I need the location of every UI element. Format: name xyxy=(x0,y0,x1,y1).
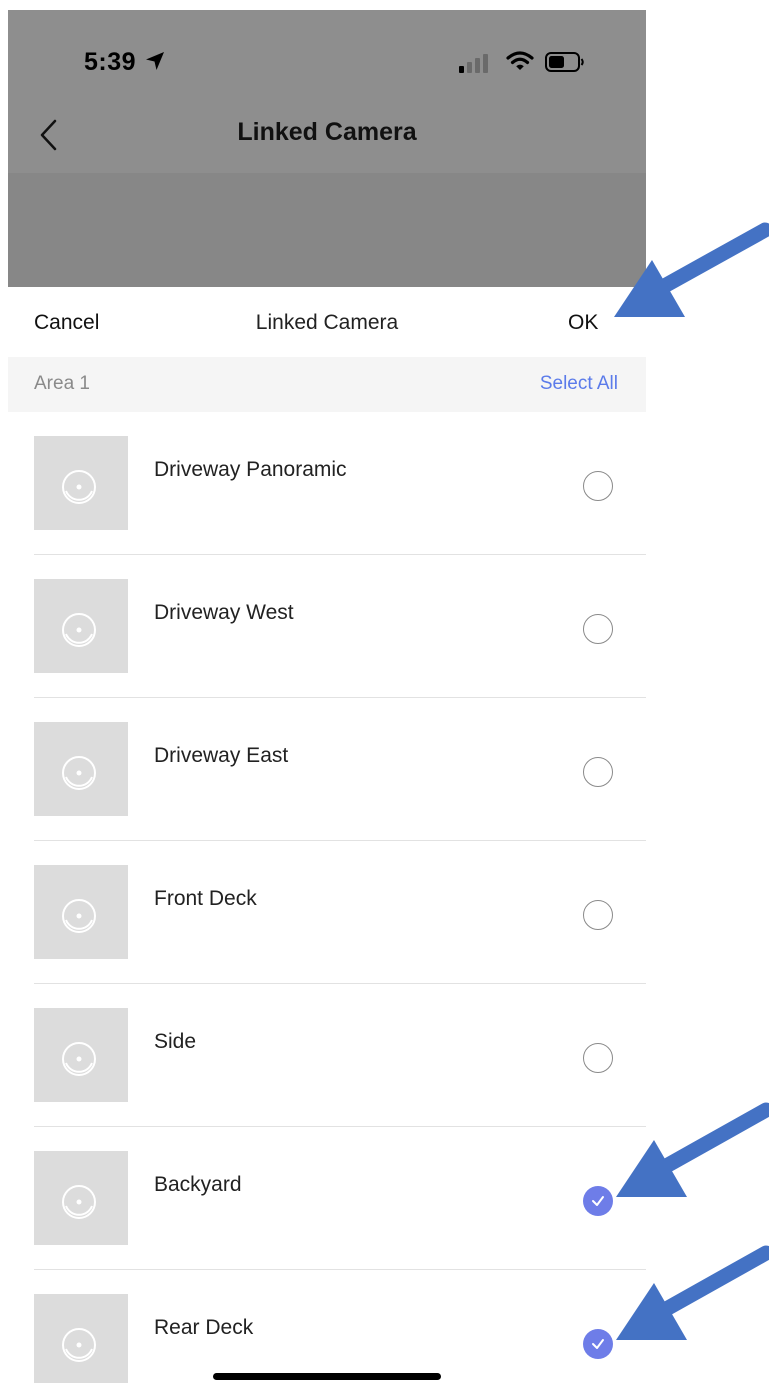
camera-row[interactable]: Driveway West xyxy=(8,555,646,698)
camera-lens-icon xyxy=(62,756,96,790)
camera-row[interactable]: Rear Deck xyxy=(8,1270,646,1383)
background-page-title: Linked Camera xyxy=(237,118,417,146)
area-section-header: Area 1 Select All xyxy=(8,357,646,412)
camera-name: Driveway Panoramic xyxy=(154,458,347,481)
select-all-button[interactable]: Select All xyxy=(540,373,618,395)
camera-name: Side xyxy=(154,1030,197,1053)
camera-row[interactable]: Driveway East xyxy=(8,698,646,841)
camera-name: Driveway West xyxy=(154,601,294,624)
camera-row[interactable]: Front Deck xyxy=(8,841,646,984)
camera-checkbox[interactable] xyxy=(583,900,613,930)
camera-name: Driveway East xyxy=(154,744,289,767)
ok-button[interactable]: OK xyxy=(568,311,598,335)
camera-row[interactable]: Driveway Panoramic xyxy=(8,412,646,555)
camera-name: Backyard xyxy=(154,1173,242,1196)
camera-lens-icon xyxy=(62,613,96,647)
background-content-strip xyxy=(8,173,646,394)
cellular-signal-icon xyxy=(459,54,488,73)
location-arrow-icon xyxy=(146,52,164,70)
battery-icon xyxy=(545,52,584,72)
camera-name: Rear Deck xyxy=(154,1316,254,1339)
annotation-arrow-backyard xyxy=(616,1102,769,1197)
sheet-header: Cancel Linked Camera OK xyxy=(8,287,646,357)
camera-thumbnail xyxy=(34,579,128,673)
camera-lens-icon xyxy=(62,470,96,504)
camera-thumbnail xyxy=(34,722,128,816)
phone-screen: 5:39 Linked Camera Cancel Linked Camera … xyxy=(8,10,646,1383)
annotation-arrow-ok xyxy=(614,222,769,317)
camera-thumbnail xyxy=(34,436,128,530)
camera-list: Driveway Panoramic Driveway West Driveway … xyxy=(8,412,646,1383)
camera-checkbox[interactable] xyxy=(583,1043,613,1073)
camera-row[interactable]: Side xyxy=(8,984,646,1127)
linked-camera-sheet: Cancel Linked Camera OK Area 1 Select Al… xyxy=(8,287,646,1383)
annotation-arrow-rear-deck xyxy=(616,1245,769,1340)
area-name: Area 1 xyxy=(34,373,90,394)
sheet-title: Linked Camera xyxy=(255,311,399,334)
checkmark-icon xyxy=(592,1339,604,1349)
status-time: 5:39 xyxy=(84,48,137,76)
camera-checkbox[interactable] xyxy=(583,471,613,501)
camera-checkbox[interactable] xyxy=(583,614,613,644)
camera-thumbnail xyxy=(34,865,128,959)
wifi-icon xyxy=(506,51,534,70)
camera-thumbnail xyxy=(34,1008,128,1102)
background-screen-overlay: 5:39 Linked Camera xyxy=(8,10,646,394)
home-indicator xyxy=(213,1373,441,1380)
camera-lens-icon xyxy=(62,1042,96,1076)
camera-checkbox-checked[interactable] xyxy=(583,1186,613,1216)
camera-thumbnail xyxy=(34,1294,128,1383)
checkmark-icon xyxy=(592,1196,604,1206)
camera-checkbox[interactable] xyxy=(583,757,613,787)
camera-thumbnail xyxy=(34,1151,128,1245)
camera-name: Front Deck xyxy=(154,887,257,910)
camera-checkbox-checked[interactable] xyxy=(583,1329,613,1359)
camera-lens-icon xyxy=(62,1185,96,1219)
camera-row[interactable]: Backyard xyxy=(8,1127,646,1270)
camera-lens-icon xyxy=(62,1328,96,1362)
camera-lens-icon xyxy=(62,899,96,933)
